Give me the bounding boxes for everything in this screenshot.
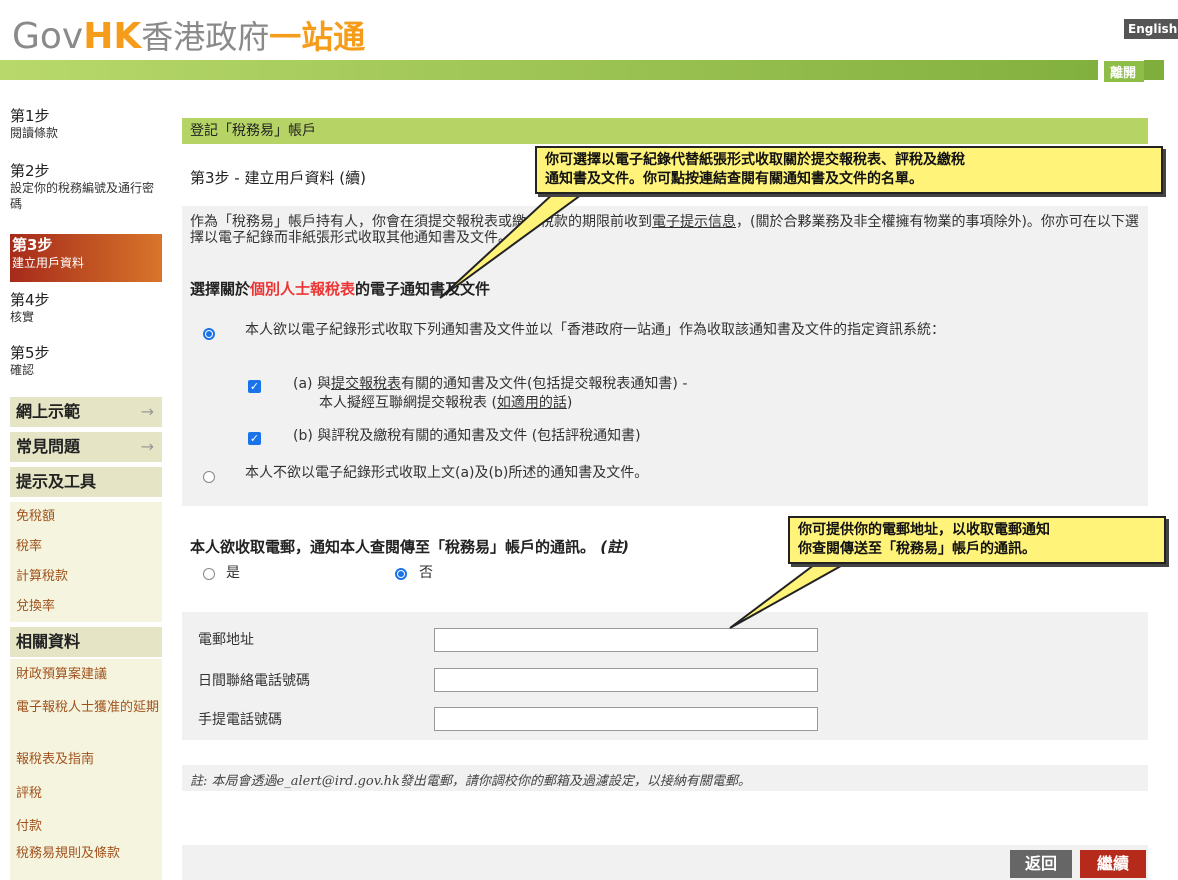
callout2-line1: 你可提供你的電郵地址，以收取電郵通知 <box>798 522 1050 538</box>
step-sub: 設定你的稅務編號及通行密碼 <box>10 181 155 211</box>
logo-hk-text: HK <box>83 16 142 57</box>
item-a-line2-post: ) <box>566 395 573 411</box>
sidebar-step-5: 第5步 確認 <box>10 344 162 378</box>
sidebar-step-4: 第4步 核實 <box>10 291 162 325</box>
footnote-text: 註: 本局會透過e_alert@ird.gov.hk發出電郵，請你調校你的郵箱及… <box>190 774 751 789</box>
logout-button[interactable]: 離開 <box>1098 60 1144 82</box>
sidebar-link-assessment[interactable]: 評稅 <box>10 777 162 811</box>
mobile-input[interactable] <box>434 707 818 731</box>
sidebar-tools-heading: 提示及工具 <box>10 467 162 497</box>
day-phone-label: 日間聯絡電話號碼 <box>198 673 310 689</box>
sidebar-link-extension[interactable]: 電子報稅人士獲准的延期 <box>10 691 162 743</box>
item-a-checkbox[interactable]: ✓ <box>248 380 261 393</box>
sidebar-link-tax-calc[interactable]: 計算稅款 <box>10 562 162 592</box>
item-a-prefix: (a) 與 <box>293 376 331 392</box>
email-no-label: 否 <box>419 565 433 581</box>
section-heading: 選擇關於個別人士報稅表的電子通知書及文件 <box>190 278 490 299</box>
sidebar-link-returns-guides[interactable]: 報稅表及指南 <box>10 743 162 777</box>
step-heading: 第3步 - 建立用戶資料 (續) <box>190 169 366 187</box>
file-return-link[interactable]: 提交報稅表 <box>331 376 401 392</box>
step-sub: 建立用戶資料 <box>12 256 85 270</box>
logout-label: 離開 <box>1104 61 1144 82</box>
sidebar-link-allowances[interactable]: 免稅額 <box>10 502 162 532</box>
intro-text: 作為「稅務易」帳戶持有人，你會在須提交報稅表或繳付稅款的期限前收到電子提示信息，… <box>190 214 1140 246</box>
callout-electronic-notices: 你可選擇以電子紀錄代替紙張形式收取關於提交報稅表、評稅及繳稅 通知書及文件。你可… <box>535 146 1163 194</box>
option-yes-radio[interactable] <box>203 328 215 340</box>
mobile-label: 手提電話號碼 <box>198 712 282 728</box>
sidebar-link-exchange-rates[interactable]: 兌換率 <box>10 592 162 622</box>
logo-zh-bold-text: 一站通 <box>269 18 366 56</box>
email-notice-question: 本人欲收取電郵，通知本人查閱傳至「稅務易」帳戶的通訊。 (註) <box>190 536 629 557</box>
page-title-bar: 登記「稅務易」帳戶 <box>182 118 1148 144</box>
option-yes-label: 本人欲以電子紀錄形式收取下列通知書及文件並以「香港政府一站通」作為收取該通知書及… <box>245 322 945 338</box>
sidebar-faq-label: 常見問題 <box>16 437 81 456</box>
top-green-bar <box>0 60 1164 80</box>
sidebar-step-2: 第2步 設定你的稅務編號及通行密碼 <box>10 162 162 212</box>
sidebar-demo[interactable]: 網上示範 → <box>10 397 162 427</box>
item-b-label: (b) 與評稅及繳稅有關的通知書及文件 (包括評稅通知書) <box>293 428 641 444</box>
day-phone-input[interactable] <box>434 668 818 692</box>
if-applicable-link[interactable]: 如適用的話 <box>497 395 567 411</box>
step-title: 第2步 <box>10 162 50 180</box>
arrow-right-icon: → <box>140 402 154 421</box>
english-button[interactable]: English <box>1124 19 1178 39</box>
step-sub: 閱讀條款 <box>10 126 59 140</box>
note-link[interactable]: (註) <box>600 538 629 556</box>
email-yes-radio[interactable] <box>203 568 215 580</box>
action-bar <box>182 845 1148 880</box>
item-a-line2-pre: 本人擬經互聯網提交報稅表 ( <box>319 395 497 411</box>
option-no-radio[interactable] <box>203 471 215 483</box>
arrow-right-icon: → <box>140 437 154 456</box>
callout1-line2: 通知書及文件。你可點按連結查閱有關通知書及文件的名單。 <box>545 171 923 187</box>
email-input[interactable] <box>434 628 818 652</box>
sidebar-related-heading: 相關資料 <box>10 627 162 657</box>
email-no-radio[interactable] <box>395 568 407 580</box>
step-sub: 確認 <box>10 363 35 377</box>
step-sub: 核實 <box>10 310 35 324</box>
item-b-checkbox[interactable]: ✓ <box>248 432 261 445</box>
sidebar-step-3-current: 第3步 建立用戶資料 <box>10 234 162 282</box>
sidebar-link-tax-rates[interactable]: 稅率 <box>10 532 162 562</box>
email-yes-label: 是 <box>226 565 240 581</box>
callout-email-notice: 你可提供你的電郵地址，以收取電郵通知 你查閱傳送至「稅務易」帳戶的通訊。 <box>788 516 1166 564</box>
sidebar-link-payment[interactable]: 付款 <box>10 811 162 843</box>
logo-gov-text: Gov <box>12 16 84 57</box>
notice-options-panel <box>182 206 1148 506</box>
continue-button[interactable]: 繼續 <box>1080 850 1146 878</box>
section-heading-1: 選擇關於 <box>190 280 251 298</box>
intro-text-1: 作為「稅務易」帳戶持有人，你會在須提交報稅表或繳付稅款的期限前收到 <box>190 214 652 230</box>
item-a-line2: 本人擬經互聯網提交報稅表 (如適用的話) <box>319 395 572 412</box>
section-heading-2: 的電子通知書及文件 <box>355 280 491 298</box>
back-button[interactable]: 返回 <box>1010 850 1072 878</box>
email-field-label: 電郵地址 <box>198 632 254 648</box>
sidebar-demo-label: 網上示範 <box>16 402 81 421</box>
e-alert-link[interactable]: 電子提示信息 <box>652 214 736 230</box>
item-a-label: (a) 與提交報稅表有關的通知書及文件(包括提交報稅表通知書) - <box>293 376 1093 393</box>
sidebar-faq[interactable]: 常見問題 → <box>10 432 162 462</box>
sidebar-link-rules[interactable]: 稅務易規則及條款 <box>10 843 162 880</box>
callout2-line2: 你查閱傳送至「稅務易」帳戶的通訊。 <box>798 541 1036 557</box>
govhk-logo[interactable]: GovHK香港政府一站通 <box>12 12 365 62</box>
email-question-text: 本人欲收取電郵，通知本人查閱傳至「稅務易」帳戶的通訊。 <box>190 538 596 556</box>
section-heading-red: 個別人士報稅表 <box>250 280 356 298</box>
step-title: 第3步 <box>12 236 53 254</box>
logo-zh-text: 香港政府 <box>141 18 270 56</box>
item-a-rest: 有關的通知書及文件(包括提交報稅表通知書) - <box>400 376 688 392</box>
sidebar-link-budget[interactable]: 財政預算案建議 <box>10 659 162 691</box>
step-title: 第4步 <box>10 291 50 309</box>
step-title: 第5步 <box>10 344 50 362</box>
step-title: 第1步 <box>10 107 50 125</box>
callout1-line1: 你可選擇以電子紀錄代替紙張形式收取關於提交報稅表、評稅及繳稅 <box>545 152 965 168</box>
option-no-label: 本人不欲以電子紀錄形式收取上文(a)及(b)所述的通知書及文件。 <box>245 465 649 481</box>
sidebar-step-1: 第1步 閱讀條款 <box>10 107 162 141</box>
